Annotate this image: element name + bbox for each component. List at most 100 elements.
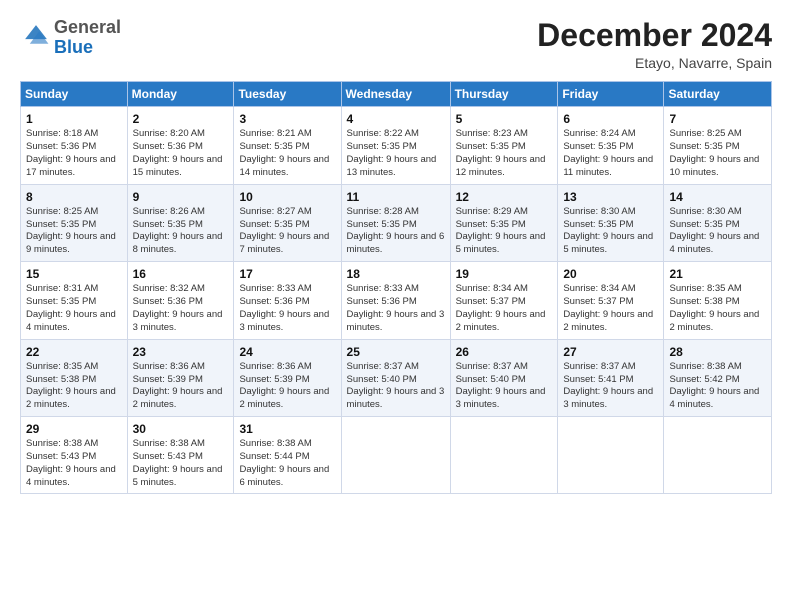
table-row: 11Sunrise: 8:28 AM Sunset: 5:35 PM Dayli… — [341, 184, 450, 261]
table-row: 25Sunrise: 8:37 AM Sunset: 5:40 PM Dayli… — [341, 339, 450, 416]
logo-general: General — [54, 17, 121, 37]
day-info: Sunrise: 8:25 AM Sunset: 5:35 PM Dayligh… — [26, 206, 122, 257]
day-number: 5 — [456, 111, 553, 127]
calendar-week-row: 22Sunrise: 8:35 AM Sunset: 5:38 PM Dayli… — [21, 339, 772, 416]
table-row: 20Sunrise: 8:34 AM Sunset: 5:37 PM Dayli… — [558, 262, 664, 339]
day-info: Sunrise: 8:33 AM Sunset: 5:36 PM Dayligh… — [239, 283, 335, 334]
day-info: Sunrise: 8:36 AM Sunset: 5:39 PM Dayligh… — [133, 361, 229, 412]
day-info: Sunrise: 8:30 AM Sunset: 5:35 PM Dayligh… — [563, 206, 658, 257]
day-info: Sunrise: 8:38 AM Sunset: 5:43 PM Dayligh… — [133, 438, 229, 489]
table-row: 10Sunrise: 8:27 AM Sunset: 5:35 PM Dayli… — [234, 184, 341, 261]
day-number: 27 — [563, 344, 658, 360]
day-info: Sunrise: 8:24 AM Sunset: 5:35 PM Dayligh… — [563, 128, 658, 179]
table-row: 26Sunrise: 8:37 AM Sunset: 5:40 PM Dayli… — [450, 339, 558, 416]
location-subtitle: Etayo, Navarre, Spain — [537, 55, 772, 71]
day-info: Sunrise: 8:32 AM Sunset: 5:36 PM Dayligh… — [133, 283, 229, 334]
day-info: Sunrise: 8:36 AM Sunset: 5:39 PM Dayligh… — [239, 361, 335, 412]
day-number: 9 — [133, 189, 229, 205]
table-row: 22Sunrise: 8:35 AM Sunset: 5:38 PM Dayli… — [21, 339, 128, 416]
day-info: Sunrise: 8:35 AM Sunset: 5:38 PM Dayligh… — [669, 283, 766, 334]
day-info: Sunrise: 8:22 AM Sunset: 5:35 PM Dayligh… — [347, 128, 445, 179]
day-info: Sunrise: 8:18 AM Sunset: 5:36 PM Dayligh… — [26, 128, 122, 179]
month-title: December 2024 — [537, 18, 772, 53]
day-number: 2 — [133, 111, 229, 127]
day-number: 20 — [563, 266, 658, 282]
day-number: 18 — [347, 266, 445, 282]
col-friday: Friday — [558, 82, 664, 107]
day-number: 17 — [239, 266, 335, 282]
table-row: 16Sunrise: 8:32 AM Sunset: 5:36 PM Dayli… — [127, 262, 234, 339]
day-number: 7 — [669, 111, 766, 127]
logo-blue: Blue — [54, 37, 93, 57]
day-info: Sunrise: 8:38 AM Sunset: 5:42 PM Dayligh… — [669, 361, 766, 412]
table-row: 4Sunrise: 8:22 AM Sunset: 5:35 PM Daylig… — [341, 107, 450, 184]
day-info: Sunrise: 8:27 AM Sunset: 5:35 PM Dayligh… — [239, 206, 335, 257]
col-thursday: Thursday — [450, 82, 558, 107]
day-info: Sunrise: 8:34 AM Sunset: 5:37 PM Dayligh… — [456, 283, 553, 334]
table-row — [341, 416, 450, 493]
day-info: Sunrise: 8:20 AM Sunset: 5:36 PM Dayligh… — [133, 128, 229, 179]
table-row: 29Sunrise: 8:38 AM Sunset: 5:43 PM Dayli… — [21, 416, 128, 493]
day-info: Sunrise: 8:23 AM Sunset: 5:35 PM Dayligh… — [456, 128, 553, 179]
table-row — [450, 416, 558, 493]
day-number: 26 — [456, 344, 553, 360]
table-row: 15Sunrise: 8:31 AM Sunset: 5:35 PM Dayli… — [21, 262, 128, 339]
table-row: 12Sunrise: 8:29 AM Sunset: 5:35 PM Dayli… — [450, 184, 558, 261]
calendar-header-row: Sunday Monday Tuesday Wednesday Thursday… — [21, 82, 772, 107]
table-row: 30Sunrise: 8:38 AM Sunset: 5:43 PM Dayli… — [127, 416, 234, 493]
table-row: 18Sunrise: 8:33 AM Sunset: 5:36 PM Dayli… — [341, 262, 450, 339]
table-row: 6Sunrise: 8:24 AM Sunset: 5:35 PM Daylig… — [558, 107, 664, 184]
table-row: 8Sunrise: 8:25 AM Sunset: 5:35 PM Daylig… — [21, 184, 128, 261]
title-block: December 2024 Etayo, Navarre, Spain — [537, 18, 772, 71]
day-number: 19 — [456, 266, 553, 282]
table-row: 3Sunrise: 8:21 AM Sunset: 5:35 PM Daylig… — [234, 107, 341, 184]
table-row: 19Sunrise: 8:34 AM Sunset: 5:37 PM Dayli… — [450, 262, 558, 339]
day-info: Sunrise: 8:33 AM Sunset: 5:36 PM Dayligh… — [347, 283, 445, 334]
day-info: Sunrise: 8:26 AM Sunset: 5:35 PM Dayligh… — [133, 206, 229, 257]
table-row: 13Sunrise: 8:30 AM Sunset: 5:35 PM Dayli… — [558, 184, 664, 261]
col-tuesday: Tuesday — [234, 82, 341, 107]
day-number: 16 — [133, 266, 229, 282]
logo-icon — [22, 22, 50, 50]
table-row: 21Sunrise: 8:35 AM Sunset: 5:38 PM Dayli… — [664, 262, 772, 339]
calendar-week-row: 1Sunrise: 8:18 AM Sunset: 5:36 PM Daylig… — [21, 107, 772, 184]
day-number: 4 — [347, 111, 445, 127]
day-number: 10 — [239, 189, 335, 205]
calendar-week-row: 29Sunrise: 8:38 AM Sunset: 5:43 PM Dayli… — [21, 416, 772, 493]
day-number: 31 — [239, 421, 335, 437]
table-row: 9Sunrise: 8:26 AM Sunset: 5:35 PM Daylig… — [127, 184, 234, 261]
table-row — [558, 416, 664, 493]
calendar-week-row: 15Sunrise: 8:31 AM Sunset: 5:35 PM Dayli… — [21, 262, 772, 339]
table-row: 28Sunrise: 8:38 AM Sunset: 5:42 PM Dayli… — [664, 339, 772, 416]
day-number: 13 — [563, 189, 658, 205]
table-row: 17Sunrise: 8:33 AM Sunset: 5:36 PM Dayli… — [234, 262, 341, 339]
day-info: Sunrise: 8:31 AM Sunset: 5:35 PM Dayligh… — [26, 283, 122, 334]
header: General Blue December 2024 Etayo, Navarr… — [20, 18, 772, 71]
table-row: 2Sunrise: 8:20 AM Sunset: 5:36 PM Daylig… — [127, 107, 234, 184]
day-number: 12 — [456, 189, 553, 205]
day-info: Sunrise: 8:34 AM Sunset: 5:37 PM Dayligh… — [563, 283, 658, 334]
day-number: 30 — [133, 421, 229, 437]
day-number: 1 — [26, 111, 122, 127]
col-sunday: Sunday — [21, 82, 128, 107]
table-row: 24Sunrise: 8:36 AM Sunset: 5:39 PM Dayli… — [234, 339, 341, 416]
day-info: Sunrise: 8:30 AM Sunset: 5:35 PM Dayligh… — [669, 206, 766, 257]
day-info: Sunrise: 8:38 AM Sunset: 5:43 PM Dayligh… — [26, 438, 122, 489]
table-row: 7Sunrise: 8:25 AM Sunset: 5:35 PM Daylig… — [664, 107, 772, 184]
day-number: 25 — [347, 344, 445, 360]
table-row: 27Sunrise: 8:37 AM Sunset: 5:41 PM Dayli… — [558, 339, 664, 416]
day-info: Sunrise: 8:21 AM Sunset: 5:35 PM Dayligh… — [239, 128, 335, 179]
day-number: 14 — [669, 189, 766, 205]
table-row — [664, 416, 772, 493]
table-row: 31Sunrise: 8:38 AM Sunset: 5:44 PM Dayli… — [234, 416, 341, 493]
day-number: 29 — [26, 421, 122, 437]
day-number: 21 — [669, 266, 766, 282]
day-info: Sunrise: 8:25 AM Sunset: 5:35 PM Dayligh… — [669, 128, 766, 179]
day-info: Sunrise: 8:37 AM Sunset: 5:41 PM Dayligh… — [563, 361, 658, 412]
day-info: Sunrise: 8:29 AM Sunset: 5:35 PM Dayligh… — [456, 206, 553, 257]
table-row: 1Sunrise: 8:18 AM Sunset: 5:36 PM Daylig… — [21, 107, 128, 184]
table-row: 5Sunrise: 8:23 AM Sunset: 5:35 PM Daylig… — [450, 107, 558, 184]
col-monday: Monday — [127, 82, 234, 107]
table-row: 14Sunrise: 8:30 AM Sunset: 5:35 PM Dayli… — [664, 184, 772, 261]
day-number: 15 — [26, 266, 122, 282]
